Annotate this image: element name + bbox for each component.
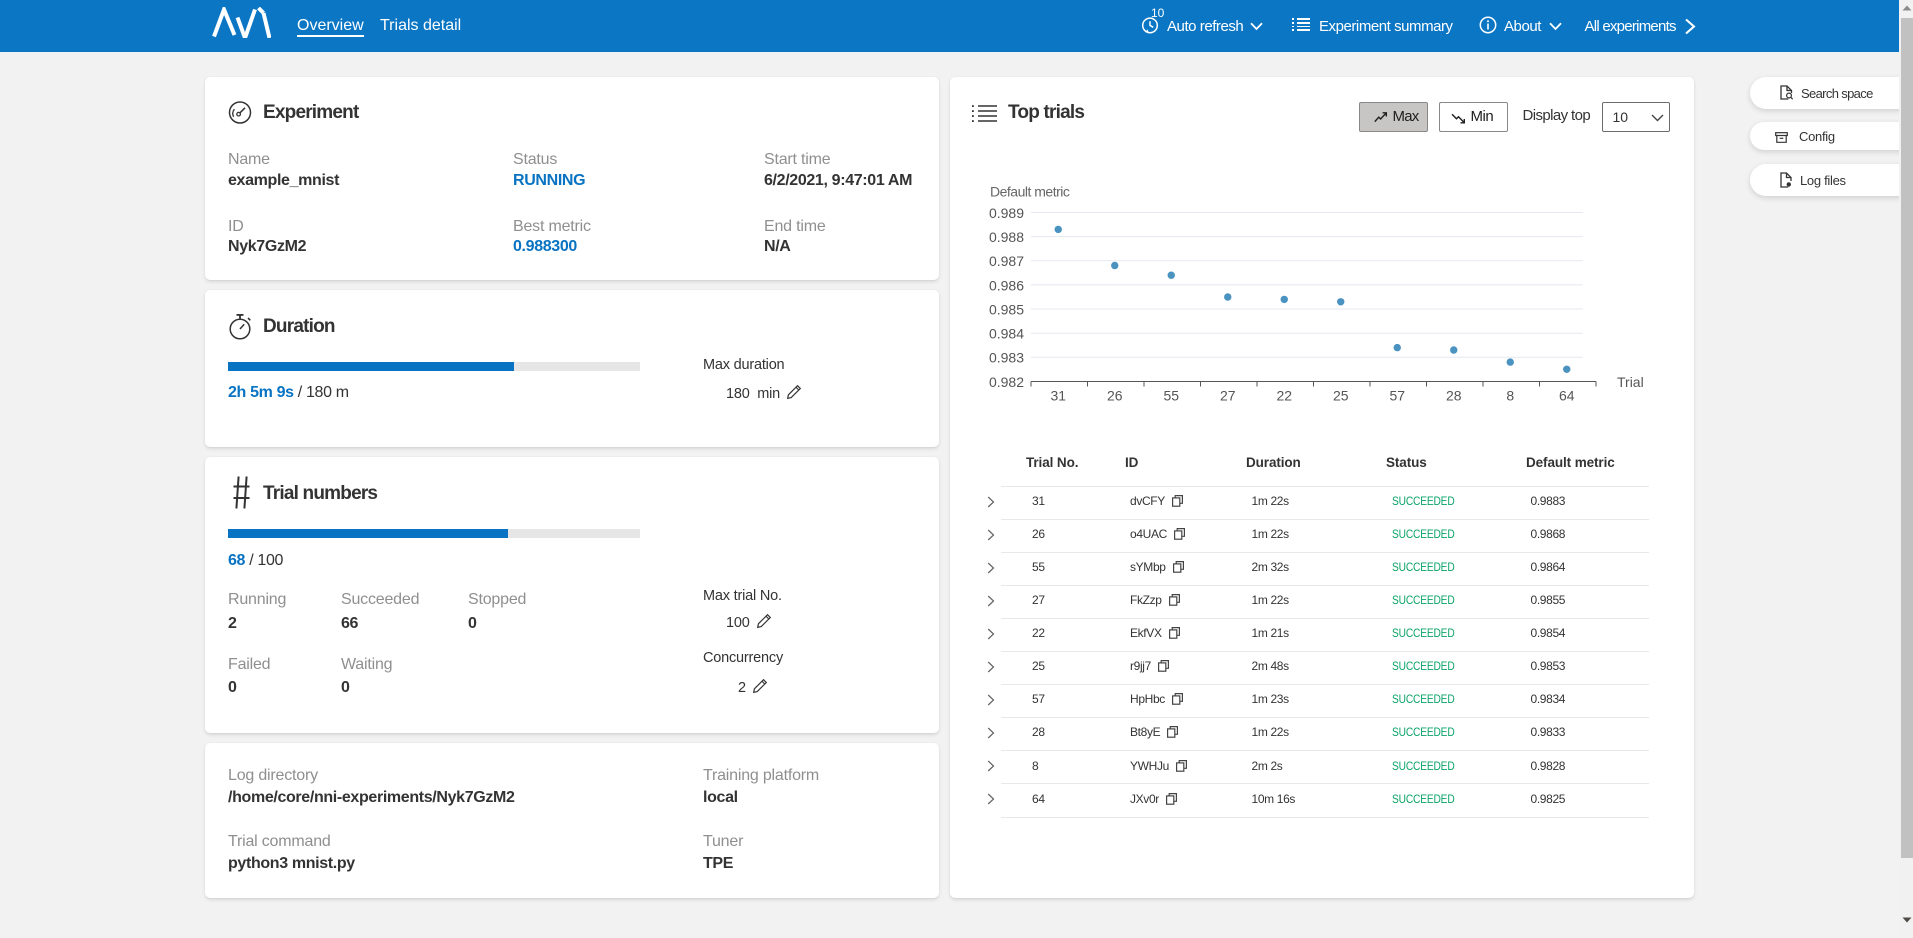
svg-text:0.986: 0.986: [989, 277, 1024, 293]
svg-text:Default metric: Default metric: [990, 184, 1070, 200]
svg-text:8: 8: [1506, 388, 1514, 404]
svg-text:31: 31: [1050, 388, 1066, 404]
svg-text:25: 25: [1333, 388, 1349, 404]
svg-text:0.983: 0.983: [989, 350, 1024, 366]
svg-text:0.989: 0.989: [989, 205, 1024, 221]
svg-text:0.984: 0.984: [989, 326, 1024, 342]
svg-text:64: 64: [1559, 388, 1575, 404]
svg-text:0.988: 0.988: [989, 229, 1024, 245]
svg-text:Trial: Trial: [1617, 374, 1644, 390]
svg-text:22: 22: [1276, 388, 1292, 404]
svg-text:55: 55: [1163, 388, 1179, 404]
svg-text:0.982: 0.982: [989, 374, 1024, 390]
svg-text:26: 26: [1107, 388, 1123, 404]
svg-text:0.985: 0.985: [989, 301, 1024, 317]
svg-text:57: 57: [1389, 388, 1405, 404]
svg-text:0.987: 0.987: [989, 253, 1024, 269]
svg-text:27: 27: [1220, 388, 1236, 404]
svg-text:28: 28: [1446, 388, 1462, 404]
